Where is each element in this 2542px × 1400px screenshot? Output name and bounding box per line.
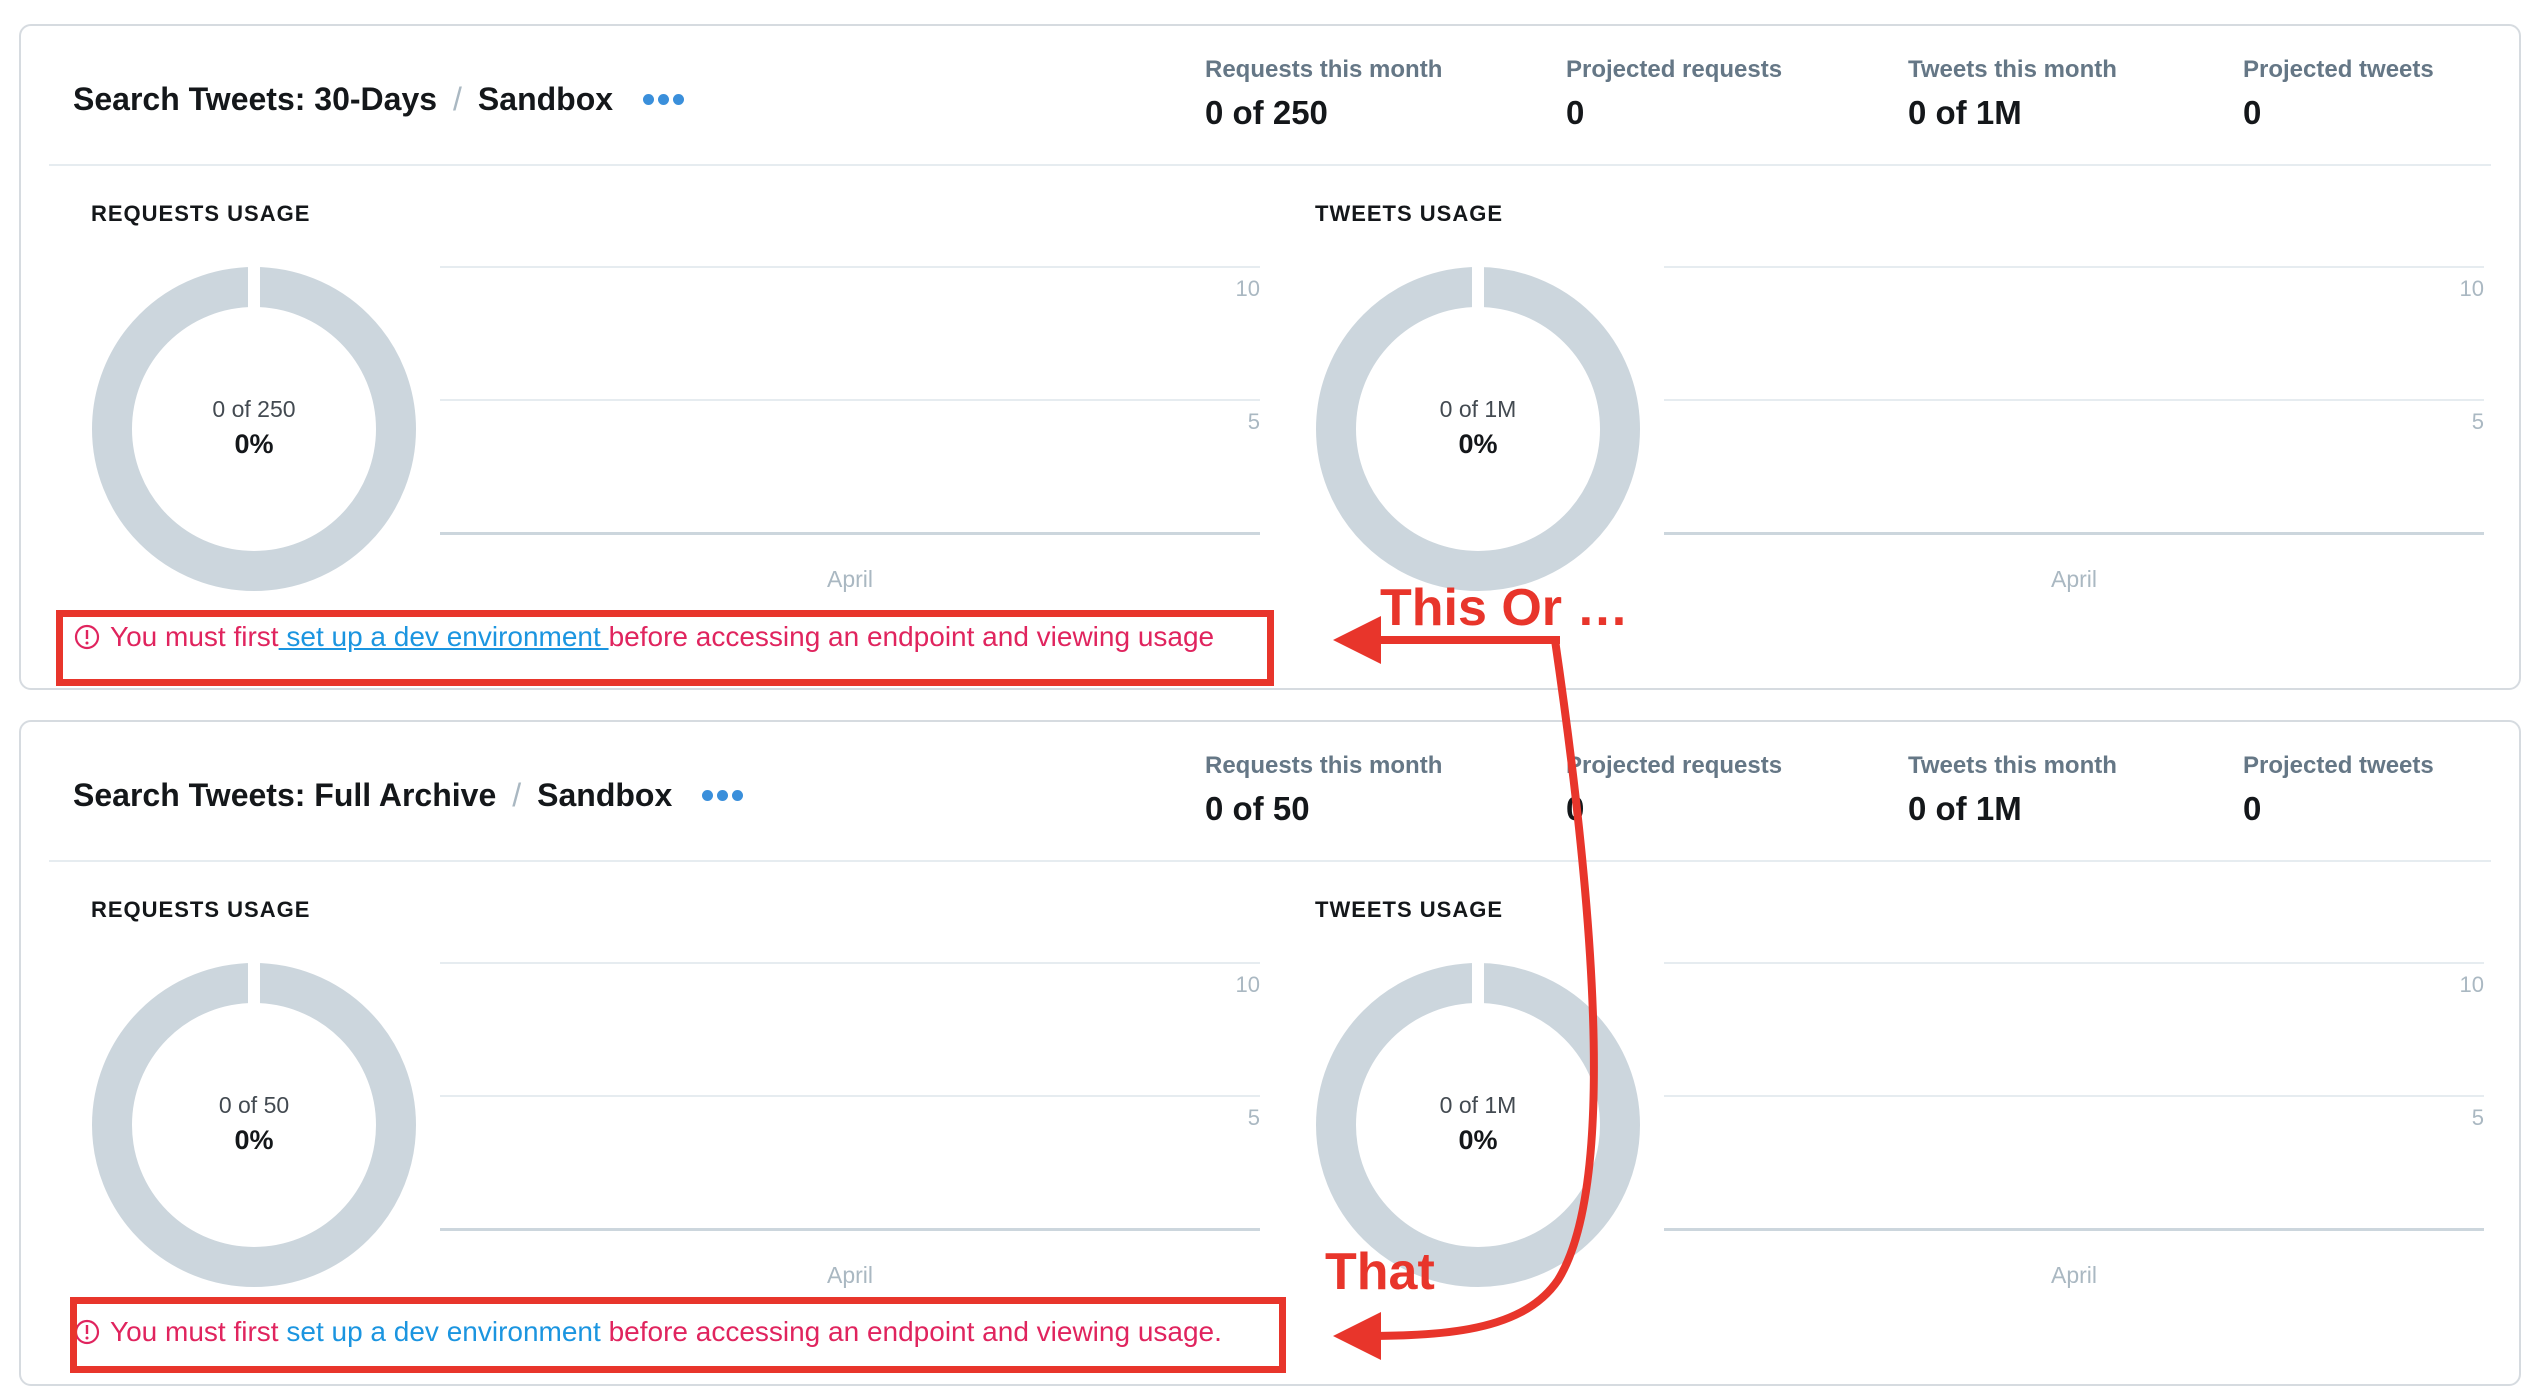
- annotation-that: That: [1325, 1243, 1435, 1301]
- annotation-arrow: [1333, 616, 1598, 1360]
- annotation-this-or: This Or …: [1380, 579, 1629, 637]
